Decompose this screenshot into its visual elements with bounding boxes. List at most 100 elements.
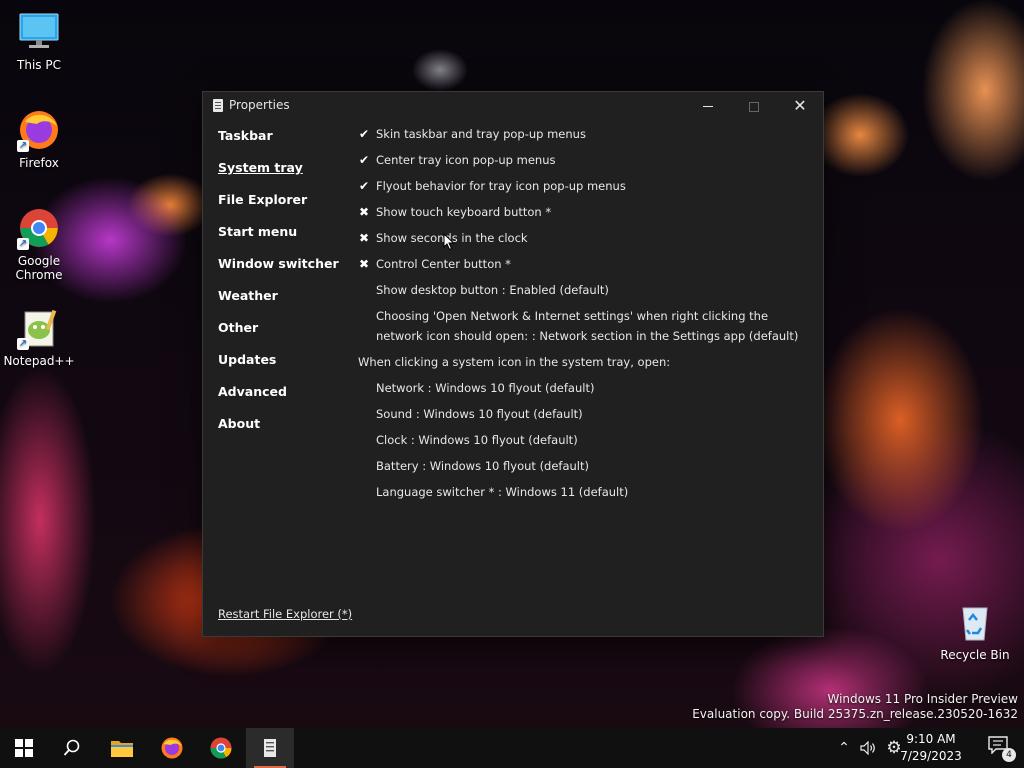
desktop-icon-recycle-bin[interactable]: Recycle Bin: [939, 600, 1011, 662]
settings-list: ✔ Skin taskbar and tray pop-up menus ✔ C…: [358, 124, 808, 508]
clock-date: 7/29/2023: [900, 749, 962, 763]
show-hidden-icons-button[interactable]: ⌃: [832, 728, 856, 768]
volume-button[interactable]: [856, 728, 880, 768]
sidebar-item-label: Start menu: [218, 224, 298, 239]
sidebar-item-about[interactable]: About: [218, 416, 348, 448]
search-icon: [63, 739, 80, 756]
desktop-icon-notepad-plus-plus[interactable]: ↗ Notepad++: [3, 306, 75, 368]
sidebar-item-weather[interactable]: Weather: [218, 288, 348, 320]
setting-label: Sound : Windows 10 flyout (default): [376, 407, 583, 421]
chrome-icon: ↗: [17, 206, 61, 250]
checkmark-icon: ✔: [358, 127, 370, 141]
setting-label: Language switcher * : Windows 11 (defaul…: [376, 485, 629, 499]
title-bar[interactable]: Properties ✕: [203, 92, 823, 120]
shortcut-arrow-icon: ↗: [17, 238, 29, 250]
sidebar-item-label: Taskbar: [218, 128, 273, 143]
setting-label: Skin taskbar and tray pop-up menus: [376, 127, 586, 141]
setting-label: Show desktop button : Enabled (default): [376, 283, 609, 297]
setting-label: Battery : Windows 10 flyout (default): [376, 459, 590, 473]
sidebar-item-system-tray[interactable]: System tray: [218, 160, 348, 192]
setting-touch-keyboard-button[interactable]: ✖ Show touch keyboard button *: [358, 202, 808, 228]
checkmark-icon: ✔: [358, 179, 370, 193]
setting-skin-taskbar-menus[interactable]: ✔ Skin taskbar and tray pop-up menus: [358, 124, 808, 150]
taskbar-chrome[interactable]: [197, 728, 245, 768]
firefox-icon: ↗: [17, 108, 61, 152]
window-title: Properties: [229, 98, 290, 112]
sidebar-item-label: System tray: [218, 160, 303, 175]
setting-label: Choosing 'Open Network & Internet settin…: [376, 309, 799, 343]
firefox-icon: [161, 737, 183, 759]
setting-label: Flyout behavior for tray icon pop-up men…: [376, 179, 626, 193]
desktop: This PC ↗ Firefox ↗ Google Chrome ↗ Note…: [0, 0, 1024, 768]
sidebar-item-label: Updates: [218, 352, 277, 367]
cross-icon: ✖: [358, 257, 370, 271]
windows-start-icon: [15, 739, 33, 757]
sidebar-item-other[interactable]: Other: [218, 320, 348, 352]
shortcut-arrow-icon: ↗: [17, 338, 29, 350]
setting-flyout-behavior[interactable]: ✔ Flyout behavior for tray icon pop-up m…: [358, 176, 808, 202]
sidebar-item-label: Advanced: [218, 384, 287, 399]
close-button[interactable]: ✕: [777, 92, 823, 120]
setting-sound-flyout[interactable]: Sound : Windows 10 flyout (default): [358, 404, 808, 430]
sidebar-item-label: Window switcher: [218, 256, 339, 271]
desktop-icon-label: Recycle Bin: [940, 648, 1010, 662]
restart-file-explorer-link[interactable]: Restart File Explorer (*): [218, 607, 352, 621]
desktop-icon-label: Google Chrome: [15, 254, 63, 282]
taskbar-file-explorer[interactable]: [98, 728, 146, 768]
properties-app-icon: [264, 739, 276, 757]
sidebar-item-advanced[interactable]: Advanced: [218, 384, 348, 416]
monitor-icon: [17, 10, 61, 54]
desktop-icon-this-pc[interactable]: This PC: [3, 10, 75, 72]
setting-network-flyout[interactable]: Network : Windows 10 flyout (default): [358, 378, 808, 404]
setting-battery-flyout[interactable]: Battery : Windows 10 flyout (default): [358, 456, 808, 482]
setting-center-tray-menus[interactable]: ✔ Center tray icon pop-up menus: [358, 150, 808, 176]
setting-language-switcher[interactable]: Language switcher * : Windows 11 (defaul…: [358, 482, 808, 508]
sidebar-item-start-menu[interactable]: Start menu: [218, 224, 348, 256]
system-tray: ⌃ ⚙ 9:10 AM 7/29/2023 4: [824, 728, 1024, 768]
sidebar-item-updates[interactable]: Updates: [218, 352, 348, 384]
taskbar-properties-app[interactable]: [246, 728, 294, 768]
evaluation-watermark: Windows 11 Pro Insider Preview Evaluatio…: [692, 692, 1018, 722]
sidebar-item-file-explorer[interactable]: File Explorer: [218, 192, 348, 224]
setting-label: Control Center button *: [376, 257, 511, 271]
close-icon: ✕: [793, 96, 807, 115]
taskbar-clock[interactable]: 9:10 AM 7/29/2023: [896, 731, 966, 765]
taskbar-firefox[interactable]: [148, 728, 196, 768]
setting-control-center-button[interactable]: ✖ Control Center button *: [358, 254, 808, 280]
notification-center-button[interactable]: 4: [988, 736, 1016, 762]
system-icons-header: When clicking a system icon in the syste…: [358, 355, 671, 369]
setting-label: Center tray icon pop-up menus: [376, 153, 556, 167]
notification-count-badge: 4: [1002, 748, 1016, 762]
chevron-up-icon: ⌃: [838, 740, 850, 756]
file-explorer-icon: [111, 741, 133, 757]
maximize-button[interactable]: [731, 92, 777, 120]
setting-show-desktop-button[interactable]: Show desktop button : Enabled (default): [358, 280, 808, 306]
desktop-icon-label: Notepad++: [3, 354, 75, 368]
chrome-icon: [210, 737, 232, 759]
sidebar-item-taskbar[interactable]: Taskbar: [218, 128, 348, 160]
properties-window: Properties ✕ Taskbar System tray File Ex…: [202, 91, 824, 637]
taskbar: ⌃ ⚙ 9:10 AM 7/29/2023 4: [0, 728, 1024, 768]
volume-icon: [860, 741, 875, 755]
sidebar-item-label: File Explorer: [218, 192, 308, 207]
start-button[interactable]: [0, 728, 48, 768]
desktop-icon-google-chrome[interactable]: ↗ Google Chrome: [3, 206, 75, 282]
setting-show-seconds[interactable]: ✖ Show seconds in the clock: [358, 228, 808, 254]
setting-label: Show touch keyboard button *: [376, 205, 552, 219]
setting-label: Clock : Windows 10 flyout (default): [376, 433, 578, 447]
mouse-cursor-icon: [443, 232, 455, 255]
desktop-icon-firefox[interactable]: ↗ Firefox: [3, 108, 75, 170]
sidebar-item-window-switcher[interactable]: Window switcher: [218, 256, 348, 288]
shortcut-arrow-icon: ↗: [17, 140, 29, 152]
notepad-plus-plus-icon: ↗: [17, 306, 61, 350]
checkmark-icon: ✔: [358, 153, 370, 167]
setting-network-settings-target[interactable]: Choosing 'Open Network & Internet settin…: [358, 306, 808, 352]
desktop-icon-label: This PC: [17, 58, 61, 72]
search-button[interactable]: [48, 728, 96, 768]
cross-icon: ✖: [358, 205, 370, 219]
sidebar-item-label: Weather: [218, 288, 278, 303]
setting-label: Network : Windows 10 flyout (default): [376, 381, 595, 395]
minimize-button[interactable]: [685, 92, 731, 120]
setting-clock-flyout[interactable]: Clock : Windows 10 flyout (default): [358, 430, 808, 456]
recycle-bin-icon: [953, 600, 997, 644]
